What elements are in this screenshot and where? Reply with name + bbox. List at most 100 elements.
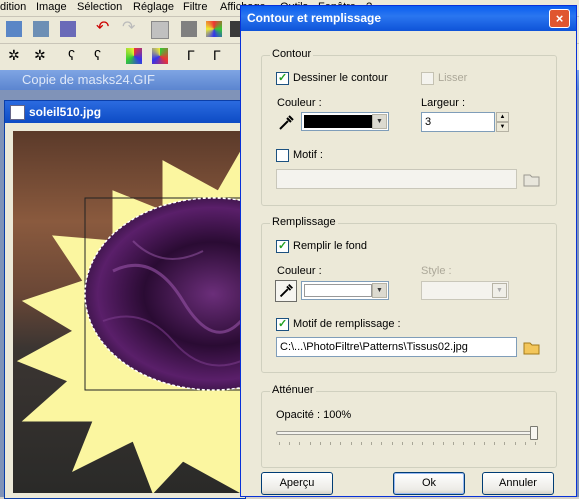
color-select-icon[interactable]: [126, 48, 142, 64]
color-select-add-icon[interactable]: [152, 48, 168, 64]
menu-selection[interactable]: Sélection: [77, 1, 122, 13]
contour-fill-dialog: Contour et remplissage × Contour Dessine…: [240, 5, 577, 497]
image-title-text: soleil510.jpg: [29, 105, 102, 119]
undo-icon[interactable]: ↶: [96, 20, 112, 37]
close-button[interactable]: ×: [549, 9, 570, 28]
contour-group: Contour Dessiner le contour Lisser Coule…: [261, 48, 557, 206]
slider-tick: [432, 442, 434, 445]
fill-color-swatch: [304, 284, 372, 297]
slider-tick: [422, 442, 424, 445]
slider-tick: [381, 442, 383, 445]
lasso-icon[interactable]: ʕ: [68, 48, 84, 64]
chevron-down-icon: ▼: [492, 283, 507, 298]
copy-icon[interactable]: [151, 21, 169, 39]
width-spinner[interactable]: ▲ ▼: [496, 112, 509, 132]
slider-tick: [350, 442, 352, 445]
print-icon[interactable]: [33, 21, 49, 37]
opacity-slider-track[interactable]: [276, 431, 538, 435]
attenuate-legend: Atténuer: [270, 384, 316, 396]
sun-mask-artwork: [16, 149, 241, 493]
slider-tick: [289, 442, 291, 445]
contour-pattern-label: Motif :: [293, 149, 323, 161]
slider-tick: [494, 442, 496, 445]
contour-pattern-path[interactable]: [276, 169, 517, 189]
save-icon[interactable]: [6, 21, 22, 37]
spin-up-icon[interactable]: ▲: [496, 112, 509, 122]
spin-down-icon[interactable]: ▼: [496, 122, 509, 132]
slider-tick: [535, 442, 536, 445]
cancel-button[interactable]: Annuler: [482, 472, 554, 495]
slider-tick: [330, 442, 332, 445]
width-value: 3: [425, 116, 432, 128]
menu-image[interactable]: Image: [36, 1, 67, 13]
contour-legend: Contour: [270, 48, 314, 60]
slider-tick: [473, 442, 475, 445]
fill-legend: Remplissage: [270, 216, 338, 228]
fill-background-checkbox[interactable]: [276, 239, 289, 253]
gray-icon[interactable]: [181, 21, 197, 37]
chevron-down-icon: ▼: [372, 283, 387, 298]
dialog-title-bar[interactable]: Contour et remplissage ×: [241, 6, 576, 31]
fill-group: Remplissage Remplir le fond Couleur : ▼ …: [261, 216, 557, 373]
contour-color-combo[interactable]: ▼: [301, 112, 389, 131]
slider-tick: [299, 442, 301, 445]
sparkle-icon[interactable]: ✲: [8, 48, 24, 64]
opacity-label: Opacité : 100%: [276, 409, 352, 421]
image-window-title: soleil510.jpg: [5, 101, 245, 123]
slider-tick: [279, 442, 280, 445]
image-canvas[interactable]: [13, 131, 241, 493]
slider-tick: [524, 442, 526, 445]
menu-reglage[interactable]: Réglage: [133, 1, 174, 13]
crop-add-icon[interactable]: Γ: [213, 48, 229, 64]
slider-tick: [371, 442, 373, 445]
slider-tick: [391, 442, 393, 445]
open-folder-icon[interactable]: [521, 168, 543, 190]
slider-tick: [514, 442, 516, 445]
attenuate-group: Atténuer Opacité : 100%: [261, 384, 557, 468]
fill-background-label: Remplir le fond: [293, 240, 367, 252]
preview-button[interactable]: Aperçu: [261, 472, 333, 495]
sparkle-add-icon[interactable]: ✲: [34, 48, 50, 64]
fill-eyedropper-icon[interactable]: [275, 280, 297, 302]
style-combo[interactable]: ▼: [421, 281, 509, 300]
draw-contour-label: Dessiner le contour: [293, 72, 388, 84]
contour-pattern-checkbox[interactable]: [276, 149, 289, 162]
slider-tick: [483, 442, 485, 445]
slider-tick: [360, 442, 362, 445]
image-window: soleil510.jpg: [4, 100, 246, 499]
fill-pattern-checkbox[interactable]: [276, 317, 289, 331]
slider-tick: [453, 442, 455, 445]
menu-edition[interactable]: dition: [0, 1, 26, 13]
dialog-title: Contour et remplissage: [247, 11, 382, 25]
lasso-add-icon[interactable]: ʕ: [94, 48, 110, 64]
crop-icon[interactable]: Γ: [187, 48, 203, 64]
menu-filtre[interactable]: Filtre: [183, 1, 207, 13]
fill-pattern-path[interactable]: C:\...\PhotoFiltre\Patterns\Tissus02.jpg: [276, 337, 517, 357]
eyedropper-icon[interactable]: [275, 112, 297, 134]
contour-color-swatch: [304, 115, 372, 128]
width-input[interactable]: 3: [421, 112, 495, 132]
smooth-checkbox[interactable]: [421, 72, 434, 85]
document-title-text: Copie de masks24.GIF: [22, 72, 155, 87]
ok-button[interactable]: Ok: [393, 472, 465, 495]
open-folder-icon[interactable]: [521, 336, 543, 358]
opacity-slider-thumb[interactable]: [530, 426, 538, 440]
slider-tick: [412, 442, 414, 445]
scan-icon[interactable]: [60, 21, 76, 37]
style-label: Style :: [421, 265, 452, 277]
color-icon[interactable]: [206, 21, 222, 37]
slider-tick: [309, 442, 311, 445]
fill-pattern-label: Motif de remplissage :: [293, 318, 401, 330]
draw-contour-checkbox[interactable]: [276, 71, 289, 85]
fill-color-label: Couleur :: [277, 265, 322, 277]
redo-icon[interactable]: ↷: [122, 20, 138, 37]
slider-tick: [401, 442, 403, 445]
fill-color-combo[interactable]: ▼: [301, 281, 389, 300]
contour-color-label: Couleur :: [277, 97, 322, 109]
image-icon: [10, 105, 25, 120]
slider-tick: [463, 442, 465, 445]
smooth-label: Lisser: [438, 72, 468, 84]
chevron-down-icon: ▼: [372, 114, 387, 129]
slider-tick: [442, 442, 444, 445]
slider-tick: [340, 442, 342, 445]
